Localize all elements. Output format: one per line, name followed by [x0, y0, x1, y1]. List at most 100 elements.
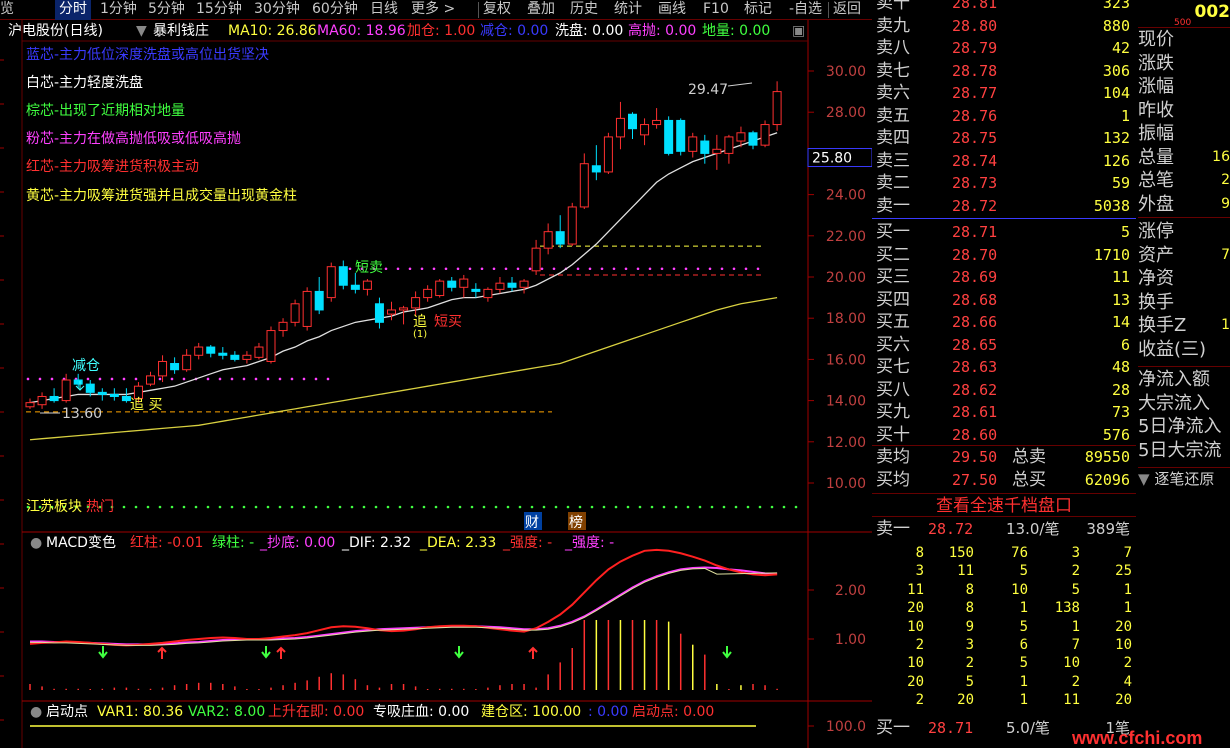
- queue-cell: 1: [1019, 673, 1028, 690]
- queue-cell: 20: [1115, 618, 1132, 635]
- order-volume: 104: [1102, 84, 1130, 102]
- dot-marker: [158, 505, 162, 509]
- arrow-down-icon: [261, 646, 271, 659]
- total-value: 62096: [1084, 471, 1130, 489]
- gear-icon[interactable]: ●: [30, 534, 42, 552]
- toolbar-item[interactable]: 60分钟: [312, 0, 358, 20]
- dot-marker: [386, 505, 390, 509]
- sell-row[interactable]: 卖十 28.81 323: [872, 0, 1136, 15]
- queue-cell: 4: [1123, 673, 1132, 690]
- dot-marker: [756, 267, 760, 271]
- candle-body: [736, 132, 746, 142]
- sell-row[interactable]: 卖四 28.75 132: [872, 127, 1136, 150]
- right-panel: 卖十 28.81 323 卖九 28.80 880 卖八 28.79 42 卖七 28.78 306 卖…: [872, 0, 1230, 748]
- macd-title[interactable]: MACD变色: [46, 534, 116, 552]
- dot-marker: [542, 505, 546, 509]
- queue-cell: 8: [915, 545, 924, 561]
- order-label: 卖九: [876, 15, 910, 36]
- info-label: 总量: [1138, 146, 1174, 168]
- queue-cell: 1: [1019, 600, 1028, 617]
- candle-body: [652, 119, 662, 126]
- dot-marker: [660, 267, 664, 271]
- toolbar-item[interactable]: 更多 >: [411, 0, 455, 20]
- toolbar-item[interactable]: 统计: [614, 0, 642, 20]
- toolbar-item[interactable]: -自选: [789, 0, 822, 20]
- gear-icon[interactable]: ●: [30, 703, 42, 721]
- view-full-depth-button[interactable]: 查看全速千档盘口: [872, 493, 1136, 517]
- candle-body: [109, 393, 119, 397]
- sell-row[interactable]: 卖五 28.76 1: [872, 105, 1136, 128]
- toolbar-item[interactable]: 返回: [833, 0, 861, 20]
- toolbar-item[interactable]: 1分钟: [100, 0, 137, 20]
- toolbar-item[interactable]: 标记: [744, 0, 772, 20]
- toolbar-item[interactable]: 历史: [570, 0, 598, 20]
- chevron-down-icon[interactable]: ▼: [136, 21, 147, 41]
- indicator-name[interactable]: 暴利钱庄: [153, 21, 209, 41]
- dot-marker: [588, 267, 592, 271]
- sell-row[interactable]: 卖九 28.80 880: [872, 15, 1136, 38]
- dot-marker: [590, 505, 594, 509]
- buy-row[interactable]: 买六 28.65 6: [872, 334, 1136, 357]
- restore-button[interactable]: ▼ 逐笔还原: [1138, 467, 1230, 489]
- buy-row[interactable]: 买十 28.60 576: [872, 424, 1136, 447]
- toolbar-item[interactable]: 30分钟: [254, 0, 300, 20]
- stock-title[interactable]: 沪电股份(日线): [8, 21, 103, 41]
- buy-row[interactable]: 买二 28.70 1710: [872, 244, 1136, 267]
- sell-row[interactable]: 卖七 28.78 306: [872, 60, 1136, 83]
- queue-cell: 10: [1011, 581, 1028, 598]
- buy-row[interactable]: 买一 28.71 5: [872, 221, 1136, 244]
- candle-body: [37, 395, 47, 406]
- info-row: 净流入额: [1138, 368, 1230, 391]
- order-label: 买十: [876, 424, 910, 445]
- buy-row[interactable]: 买七 28.63 48: [872, 356, 1136, 379]
- current-price-tag: 25.80: [812, 151, 852, 167]
- bottom-indicator-name[interactable]: 启动点: [46, 703, 88, 721]
- dot-marker: [314, 377, 318, 381]
- info-value: 2: [1221, 172, 1230, 188]
- order-price: 28.71: [952, 223, 998, 241]
- buy-row[interactable]: 买五 28.66 14: [872, 311, 1136, 334]
- buy-row[interactable]: 买八 28.62 28: [872, 379, 1136, 402]
- toolbar-item[interactable]: 复权: [483, 0, 511, 20]
- close-icon[interactable]: ▣: [792, 21, 805, 41]
- dot-marker: [696, 267, 700, 271]
- info-label: 总笔: [1138, 170, 1174, 191]
- buy-row[interactable]: 买三 28.69 11: [872, 266, 1136, 289]
- dot-marker: [158, 377, 162, 381]
- candle-body: [700, 140, 710, 154]
- toolbar-item[interactable]: 叠加: [527, 0, 555, 20]
- toolbar-item[interactable]: F10: [703, 0, 729, 20]
- dot-marker: [782, 505, 786, 509]
- toolbar-item[interactable]: 15分钟: [196, 0, 242, 20]
- sell-row[interactable]: 卖八 28.79 42: [872, 37, 1136, 60]
- candle-body: [399, 307, 409, 311]
- sell-row[interactable]: 卖二 28.73 59: [872, 172, 1136, 195]
- candle-body: [567, 206, 577, 245]
- buy-row[interactable]: 买四 28.68 13: [872, 289, 1136, 312]
- queue-cell: 1: [1123, 600, 1132, 617]
- dot-marker: [182, 377, 186, 381]
- toolbar-item[interactable]: 日线: [370, 0, 398, 20]
- dot-marker: [146, 505, 150, 509]
- sector-hot-label: 热门: [86, 499, 114, 515]
- toolbar-item[interactable]: 分时: [55, 0, 91, 20]
- sell-row[interactable]: 卖三 28.74 126: [872, 150, 1136, 173]
- toolbar-item[interactable]: 5分钟: [148, 0, 185, 20]
- candle-body: [640, 124, 650, 136]
- sell-row[interactable]: 卖六 28.77 104: [872, 82, 1136, 105]
- order-label: 卖十: [876, 0, 910, 13]
- xipan-value: 洗盘: 0.00: [555, 23, 624, 39]
- dot-marker: [434, 505, 438, 509]
- y-tick-label: 30.00: [826, 64, 866, 80]
- toolbar-item[interactable]: 画线: [658, 0, 686, 20]
- buy-row[interactable]: 买九 28.61 73: [872, 401, 1136, 424]
- dot-marker: [458, 505, 462, 509]
- dot-marker: [686, 505, 690, 509]
- toolbar-item[interactable]: 览: [0, 0, 14, 20]
- order-price: 28.76: [952, 106, 998, 125]
- sell-row[interactable]: 卖一 28.72 5038: [872, 195, 1136, 218]
- arrow-up-icon: [528, 646, 538, 659]
- restore-label: 逐笔还原: [1154, 470, 1215, 488]
- order-label: 卖五: [876, 105, 910, 126]
- candle-body: [97, 391, 107, 395]
